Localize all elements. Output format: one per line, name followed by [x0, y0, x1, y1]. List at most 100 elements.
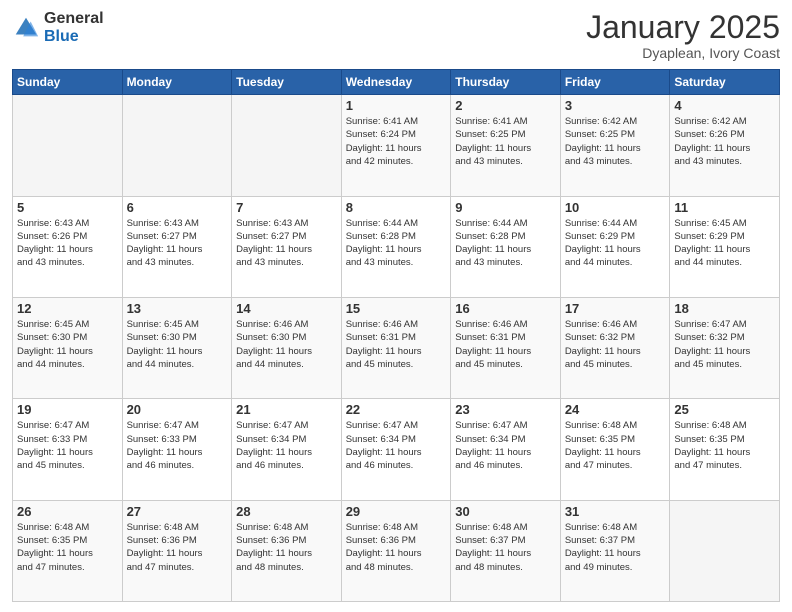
day-number: 10 [565, 200, 666, 215]
calendar-cell: 27 Sunrise: 6:48 AM Sunset: 6:36 PM Dayli… [122, 500, 232, 601]
day-info: Sunrise: 6:47 AM Sunset: 6:33 PM Dayligh… [17, 419, 118, 472]
day-info: Sunrise: 6:48 AM Sunset: 6:35 PM Dayligh… [674, 419, 775, 472]
day-number: 19 [17, 402, 118, 417]
day-number: 1 [346, 98, 447, 113]
calendar-cell: 24 Sunrise: 6:48 AM Sunset: 6:35 PM Dayli… [560, 399, 670, 500]
calendar-week-5: 26 Sunrise: 6:48 AM Sunset: 6:35 PM Dayli… [13, 500, 780, 601]
calendar-cell: 2Sunrise: 6:41 AM Sunset: 6:25 PM Daylig… [451, 95, 561, 196]
day-info: Sunrise: 6:42 AM Sunset: 6:26 PM Dayligh… [674, 115, 775, 168]
title-area: January 2025 Dyaplean, Ivory Coast [586, 10, 780, 61]
day-info: Sunrise: 6:45 AM Sunset: 6:29 PM Dayligh… [674, 217, 775, 270]
calendar-cell: 18 Sunrise: 6:47 AM Sunset: 6:32 PM Dayli… [670, 297, 780, 398]
weekday-header-thursday: Thursday [451, 70, 561, 95]
day-info: Sunrise: 6:48 AM Sunset: 6:36 PM Dayligh… [127, 521, 228, 574]
calendar-cell [122, 95, 232, 196]
weekday-header-wednesday: Wednesday [341, 70, 451, 95]
day-info: Sunrise: 6:48 AM Sunset: 6:36 PM Dayligh… [236, 521, 337, 574]
day-info: Sunrise: 6:47 AM Sunset: 6:34 PM Dayligh… [346, 419, 447, 472]
day-number: 25 [674, 402, 775, 417]
day-info: Sunrise: 6:42 AM Sunset: 6:25 PM Dayligh… [565, 115, 666, 168]
calendar-week-2: 5 Sunrise: 6:43 AM Sunset: 6:26 PM Daylig… [13, 196, 780, 297]
day-number: 29 [346, 504, 447, 519]
calendar-cell: 17 Sunrise: 6:46 AM Sunset: 6:32 PM Dayli… [560, 297, 670, 398]
day-number: 11 [674, 200, 775, 215]
title-month: January 2025 [586, 10, 780, 45]
day-number: 8 [346, 200, 447, 215]
day-info: Sunrise: 6:44 AM Sunset: 6:28 PM Dayligh… [346, 217, 447, 270]
logo-text: General Blue [44, 10, 104, 45]
calendar-cell: 3 Sunrise: 6:42 AM Sunset: 6:25 PM Daylig… [560, 95, 670, 196]
day-number: 7 [236, 200, 337, 215]
day-info: Sunrise: 6:41 AM Sunset: 6:25 PM Dayligh… [455, 115, 556, 168]
day-info: Sunrise: 6:41 AM Sunset: 6:24 PM Dayligh… [346, 115, 447, 168]
title-location: Dyaplean, Ivory Coast [586, 45, 780, 61]
day-number: 16 [455, 301, 556, 316]
day-number: 26 [17, 504, 118, 519]
day-info: Sunrise: 6:46 AM Sunset: 6:32 PM Dayligh… [565, 318, 666, 371]
calendar-cell: 15Sunrise: 6:46 AM Sunset: 6:31 PM Dayli… [341, 297, 451, 398]
day-number: 12 [17, 301, 118, 316]
logo: General Blue [12, 10, 104, 45]
calendar-cell [13, 95, 123, 196]
day-number: 5 [17, 200, 118, 215]
weekday-header-friday: Friday [560, 70, 670, 95]
calendar-cell: 30 Sunrise: 6:48 AM Sunset: 6:37 PM Dayli… [451, 500, 561, 601]
calendar-table: SundayMondayTuesdayWednesdayThursdayFrid… [12, 69, 780, 602]
day-number: 15 [346, 301, 447, 316]
calendar-cell: 19 Sunrise: 6:47 AM Sunset: 6:33 PM Dayli… [13, 399, 123, 500]
calendar-cell [670, 500, 780, 601]
day-info: Sunrise: 6:47 AM Sunset: 6:32 PM Dayligh… [674, 318, 775, 371]
day-number: 18 [674, 301, 775, 316]
day-number: 17 [565, 301, 666, 316]
day-number: 27 [127, 504, 228, 519]
weekday-header-monday: Monday [122, 70, 232, 95]
calendar-cell: 6Sunrise: 6:43 AM Sunset: 6:27 PM Daylig… [122, 196, 232, 297]
calendar-cell: 8 Sunrise: 6:44 AM Sunset: 6:28 PM Daylig… [341, 196, 451, 297]
day-number: 28 [236, 504, 337, 519]
day-info: Sunrise: 6:47 AM Sunset: 6:34 PM Dayligh… [455, 419, 556, 472]
weekday-header-sunday: Sunday [13, 70, 123, 95]
day-info: Sunrise: 6:48 AM Sunset: 6:37 PM Dayligh… [455, 521, 556, 574]
day-info: Sunrise: 6:46 AM Sunset: 6:31 PM Dayligh… [455, 318, 556, 371]
day-number: 6 [127, 200, 228, 215]
day-info: Sunrise: 6:47 AM Sunset: 6:33 PM Dayligh… [127, 419, 228, 472]
calendar-cell: 13 Sunrise: 6:45 AM Sunset: 6:30 PM Dayli… [122, 297, 232, 398]
calendar-cell: 14Sunrise: 6:46 AM Sunset: 6:30 PM Dayli… [232, 297, 342, 398]
day-info: Sunrise: 6:44 AM Sunset: 6:28 PM Dayligh… [455, 217, 556, 270]
day-info: Sunrise: 6:48 AM Sunset: 6:37 PM Dayligh… [565, 521, 666, 574]
calendar-cell: 20Sunrise: 6:47 AM Sunset: 6:33 PM Dayli… [122, 399, 232, 500]
day-number: 13 [127, 301, 228, 316]
logo-general-label: General [44, 10, 104, 28]
day-number: 14 [236, 301, 337, 316]
day-number: 21 [236, 402, 337, 417]
calendar-cell: 16 Sunrise: 6:46 AM Sunset: 6:31 PM Dayli… [451, 297, 561, 398]
logo-icon [12, 14, 40, 42]
day-number: 22 [346, 402, 447, 417]
calendar-cell: 28 Sunrise: 6:48 AM Sunset: 6:36 PM Dayli… [232, 500, 342, 601]
day-info: Sunrise: 6:43 AM Sunset: 6:26 PM Dayligh… [17, 217, 118, 270]
day-number: 24 [565, 402, 666, 417]
day-info: Sunrise: 6:48 AM Sunset: 6:35 PM Dayligh… [565, 419, 666, 472]
calendar-cell: 1 Sunrise: 6:41 AM Sunset: 6:24 PM Daylig… [341, 95, 451, 196]
calendar-cell: 12Sunrise: 6:45 AM Sunset: 6:30 PM Dayli… [13, 297, 123, 398]
day-info: Sunrise: 6:48 AM Sunset: 6:36 PM Dayligh… [346, 521, 447, 574]
calendar-cell: 21Sunrise: 6:47 AM Sunset: 6:34 PM Dayli… [232, 399, 342, 500]
weekday-header-row: SundayMondayTuesdayWednesdayThursdayFrid… [13, 70, 780, 95]
weekday-header-saturday: Saturday [670, 70, 780, 95]
day-number: 3 [565, 98, 666, 113]
day-info: Sunrise: 6:45 AM Sunset: 6:30 PM Dayligh… [127, 318, 228, 371]
page: General Blue January 2025 Dyaplean, Ivor… [0, 0, 792, 612]
day-number: 31 [565, 504, 666, 519]
calendar-cell: 26 Sunrise: 6:48 AM Sunset: 6:35 PM Dayli… [13, 500, 123, 601]
calendar-cell [232, 95, 342, 196]
calendar-cell: 23 Sunrise: 6:47 AM Sunset: 6:34 PM Dayli… [451, 399, 561, 500]
calendar-week-3: 12 Sunrise: 6:45 AM Sunset: 6:30 PM Dayli… [13, 297, 780, 398]
day-number: 30 [455, 504, 556, 519]
day-number: 9 [455, 200, 556, 215]
day-number: 23 [455, 402, 556, 417]
calendar-week-1: 1 Sunrise: 6:41 AM Sunset: 6:24 PM Daylig… [13, 95, 780, 196]
day-number: 4 [674, 98, 775, 113]
day-info: Sunrise: 6:48 AM Sunset: 6:35 PM Dayligh… [17, 521, 118, 574]
calendar-cell: 10Sunrise: 6:44 AM Sunset: 6:29 PM Dayli… [560, 196, 670, 297]
calendar-week-4: 19 Sunrise: 6:47 AM Sunset: 6:33 PM Dayli… [13, 399, 780, 500]
